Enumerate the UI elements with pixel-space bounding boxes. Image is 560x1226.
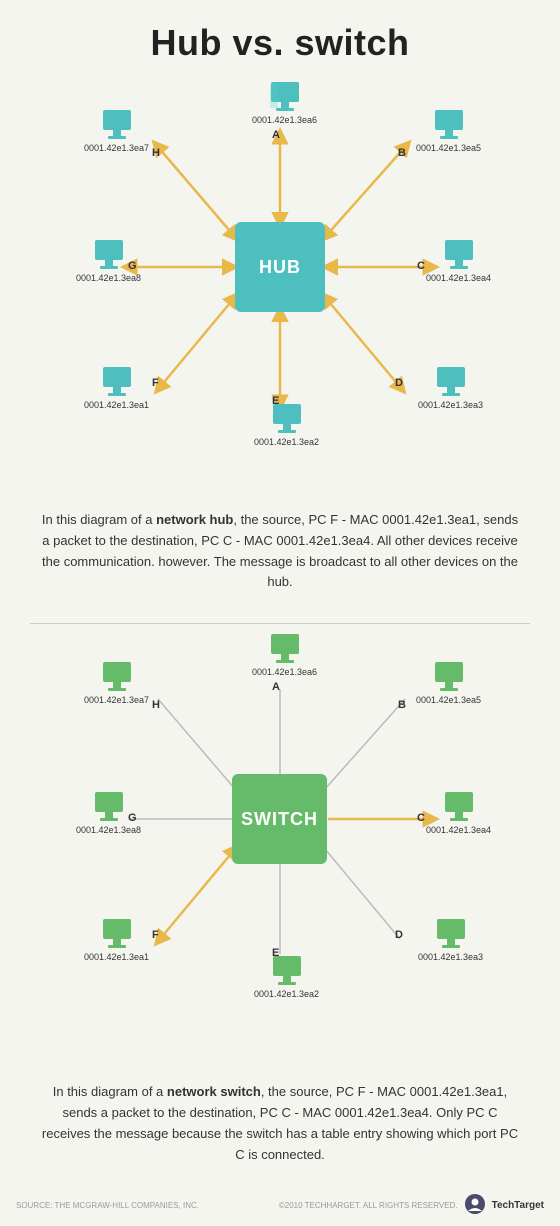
pc-bottom-hub: 0001.42e1.3ea2 — [254, 404, 319, 447]
pc-top-hub: 0001.42e1.3ea6 — [252, 82, 317, 125]
pc-right-hub: 0001.42e1.3ea4 — [426, 240, 491, 283]
port-label-e-switch: E — [272, 947, 279, 959]
pc-tr-hub: 0001.42e1.3ea5 — [416, 110, 481, 153]
pc-top-switch: 0001.42e1.3ea6 — [252, 634, 317, 677]
pc-bl-hub: 0001.42e1.3ea1 — [84, 367, 149, 410]
port-label-c-hub: C — [417, 260, 425, 272]
footer-brand: TechTarget — [492, 1200, 544, 1211]
page-title: Hub vs. switch — [0, 0, 560, 82]
port-label-h-hub: H — [152, 147, 160, 159]
pc-br-switch: 0001.42e1.3ea3 — [418, 919, 483, 962]
port-label-f-hub: F — [152, 377, 159, 389]
footer-logo — [464, 1193, 486, 1218]
footer-source: SOURCE: THE MCGRAW-HILL COMPANIES, INC. — [16, 1201, 199, 1210]
switch-diagram: SWITCH 0001.42e1.3ea6 A 0001.42e1.3ea5 B… — [0, 634, 560, 1064]
pc-br-hub: 0001.42e1.3ea3 — [418, 367, 483, 410]
port-label-e-hub: E — [272, 395, 279, 407]
port-label-g-switch: G — [128, 812, 137, 824]
port-label-f-switch: F — [152, 929, 159, 941]
switch-description: In this diagram of a network switch, the… — [0, 1064, 560, 1185]
port-label-b-hub: B — [398, 147, 406, 159]
pc-tr-switch: 0001.42e1.3ea5 — [416, 662, 481, 705]
port-label-b-switch: B — [398, 699, 406, 711]
hub-description: In this diagram of a network hub, the so… — [0, 492, 560, 613]
hub-center-node: HUB — [235, 222, 325, 312]
port-label-h-switch: H — [152, 699, 160, 711]
port-label-c-switch: C — [417, 812, 425, 824]
switch-center-node: SWITCH — [232, 774, 327, 864]
pc-bottom-switch: 0001.42e1.3ea2 — [254, 956, 319, 999]
section-divider — [30, 623, 530, 624]
footer: SOURCE: THE MCGRAW-HILL COMPANIES, INC. … — [0, 1185, 560, 1226]
port-label-d-hub: D — [395, 377, 403, 389]
pc-bl-switch: 0001.42e1.3ea1 — [84, 919, 149, 962]
pc-right-switch: 0001.42e1.3ea4 — [426, 792, 491, 835]
port-label-a-hub: A — [272, 129, 280, 141]
hub-diagram: HUB 0001.42e1.3ea6 A 0001.42e1.3ea5 B 00… — [0, 82, 560, 492]
port-label-g-hub: G — [128, 260, 137, 272]
pc-tl-hub: 0001.42e1.3ea7 — [84, 110, 149, 153]
port-label-d-switch: D — [395, 929, 403, 941]
footer-copyright: ©2010 TECHHARGET. ALL RIGHTS RESERVED. — [279, 1201, 458, 1210]
port-label-a-switch: A — [272, 681, 280, 693]
pc-tl-switch: 0001.42e1.3ea7 — [84, 662, 149, 705]
